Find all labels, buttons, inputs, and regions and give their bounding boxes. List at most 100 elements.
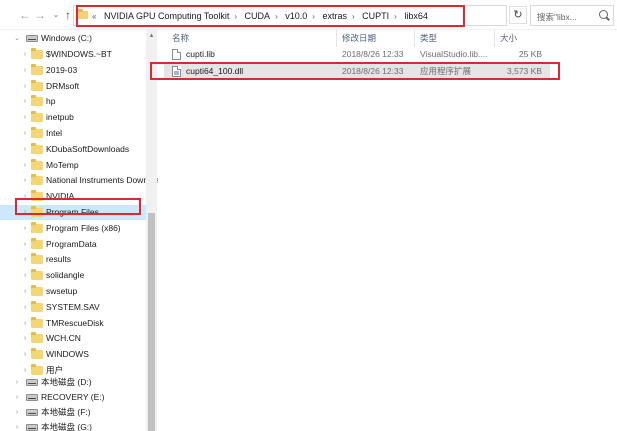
navigation-scrollbar[interactable]: ▲	[146, 30, 157, 431]
recent-locations-chevron-icon[interactable]: ⌄	[50, 8, 62, 22]
search-icon[interactable]	[599, 10, 608, 19]
breadcrumb-item-current[interactable]: libx64	[404, 11, 428, 21]
chevron-right-icon[interactable]: ›	[21, 126, 29, 141]
chevron-right-icon[interactable]: ›	[21, 252, 29, 267]
chevron-right-icon[interactable]: ›	[21, 63, 29, 78]
dll-file-icon	[172, 66, 181, 77]
breadcrumb-separator-icon[interactable]: ›	[394, 12, 397, 21]
tree-item-folder[interactable]: › results	[0, 252, 146, 267]
breadcrumb-separator-icon[interactable]: ›	[352, 12, 355, 21]
tree-item-folder[interactable]: › WCH.CN	[0, 331, 146, 346]
chevron-right-icon[interactable]: ›	[21, 347, 29, 362]
tree-item-folder[interactable]: › TMRescueDisk	[0, 316, 146, 331]
folder-icon	[31, 285, 43, 296]
column-divider[interactable]	[494, 30, 495, 47]
tree-item-folder[interactable]: › solidangle	[0, 268, 146, 283]
tree-item-drive-c[interactable]: ⌄ Windows (C:)	[0, 31, 146, 46]
tree-item-label: 2019-03	[46, 64, 78, 75]
tree-item-drive[interactable]: › 本地磁盘 (G:)	[0, 420, 146, 431]
drive-icon	[26, 394, 38, 401]
breadcrumb-item[interactable]: extras	[322, 11, 347, 21]
file-size: 25 KB	[518, 49, 542, 59]
tree-item-label: results	[46, 254, 72, 265]
scrollbar-thumb[interactable]	[148, 213, 155, 431]
column-divider[interactable]	[336, 30, 337, 47]
tree-item-drive[interactable]: › 本地磁盘 (F:)	[0, 405, 146, 420]
search-box[interactable]: 搜索"libx...	[530, 5, 614, 26]
breadcrumb-item[interactable]: CUDA	[245, 11, 271, 21]
file-type: VisualStudio.lib....	[420, 49, 488, 59]
chevron-right-icon[interactable]: ›	[13, 390, 21, 405]
column-header-name[interactable]: 名称	[172, 30, 189, 47]
back-arrow-icon[interactable]: ←	[19, 8, 31, 22]
tree-item-drive[interactable]: › 本地磁盘 (D:)	[0, 375, 146, 390]
tree-item-folder[interactable]: › ProgramData	[0, 237, 146, 252]
folder-icon	[31, 127, 43, 138]
column-header-date[interactable]: 修改日期	[342, 30, 376, 47]
tree-item-drive[interactable]: › RECOVERY (E:)	[0, 390, 146, 405]
folder-icon	[31, 237, 43, 249]
chevron-right-icon[interactable]: ›	[21, 189, 29, 204]
scroll-up-arrow-icon[interactable]: ▲	[146, 30, 157, 42]
refresh-icon[interactable]: ↻	[509, 6, 527, 24]
chevron-right-icon[interactable]: ›	[21, 79, 29, 94]
tree-item-folder[interactable]: › $WINDOWS.~BT	[0, 47, 146, 62]
tree-item-folder[interactable]: › inetpub	[0, 110, 146, 125]
breadcrumb: « NVIDIA GPU Computing Toolkit › CUDA › v1…	[92, 9, 428, 24]
chevron-right-icon[interactable]: ›	[21, 316, 29, 331]
chevron-right-icon[interactable]: ›	[21, 284, 29, 299]
breadcrumb-item[interactable]: NVIDIA GPU Computing Toolkit	[104, 11, 229, 21]
chevron-right-icon[interactable]: ›	[21, 110, 29, 125]
breadcrumb-item[interactable]: CUPTI	[362, 11, 389, 21]
tree-item-label: 本地磁盘 (D:)	[41, 377, 92, 387]
tree-item-folder[interactable]: › MoTemp	[0, 158, 146, 173]
breadcrumb-separator-icon[interactable]: ›	[312, 12, 315, 21]
breadcrumb-separator-icon[interactable]: ›	[234, 12, 237, 21]
tree-item-folder[interactable]: › Program Files (x86)	[0, 221, 146, 236]
tree-item-folder[interactable]: › 2019-03	[0, 63, 146, 78]
chevron-right-icon[interactable]: ›	[21, 142, 29, 157]
tree-item-folder[interactable]: › DRMsoft	[0, 79, 146, 94]
chevron-right-icon[interactable]: ›	[13, 405, 21, 420]
breadcrumb-overflow-icon[interactable]: «	[92, 12, 96, 21]
folder-icon	[31, 48, 43, 59]
chevron-down-icon[interactable]: ⌄	[13, 31, 21, 46]
drive-icon	[26, 409, 38, 416]
chevron-right-icon[interactable]: ›	[21, 331, 29, 346]
column-header-type[interactable]: 类型	[420, 30, 437, 47]
folder-icon	[31, 316, 43, 328]
tree-item-folder[interactable]: › WINDOWS	[0, 347, 146, 362]
forward-arrow-icon[interactable]: →	[34, 8, 46, 22]
folder-icon	[31, 221, 43, 233]
column-header-size[interactable]: 大小	[500, 30, 517, 47]
file-size: 3,573 KB	[507, 66, 542, 76]
file-row-dll[interactable]: cupti64_100.dll 2018/8/26 12:33 应用程序扩展 3…	[164, 63, 550, 80]
tree-item-folder[interactable]: › swsetup	[0, 284, 146, 299]
chevron-right-icon[interactable]: ›	[21, 94, 29, 109]
tree-item-folder[interactable]: › SYSTEM.SAV	[0, 300, 146, 315]
chevron-right-icon[interactable]: ›	[21, 205, 29, 220]
tree-item-folder[interactable]: › KDubaSoftDownloads	[0, 142, 146, 157]
chevron-right-icon[interactable]: ›	[21, 221, 29, 236]
folder-icon	[31, 206, 43, 217]
chevron-right-icon[interactable]: ›	[13, 375, 21, 390]
address-bar[interactable]: « NVIDIA GPU Computing Toolkit › CUDA › v1…	[73, 5, 577, 26]
chevron-right-icon[interactable]: ›	[21, 47, 29, 62]
chevron-right-icon[interactable]: ›	[21, 268, 29, 283]
tree-item-folder[interactable]: › Intel	[0, 126, 146, 141]
tree-item-folder[interactable]: › NVIDIA	[0, 189, 146, 204]
breadcrumb-separator-icon[interactable]: ›	[275, 12, 278, 21]
file-row-lib[interactable]: cupti.lib 2018/8/26 12:33 VisualStudio.l…	[164, 46, 550, 63]
chevron-right-icon[interactable]: ›	[21, 158, 29, 173]
chevron-right-icon[interactable]: ›	[21, 300, 29, 315]
chevron-right-icon[interactable]: ›	[21, 237, 29, 252]
tree-item-folder[interactable]: › hp	[0, 94, 146, 109]
tree-item-folder[interactable]: › Program Files	[0, 205, 146, 220]
breadcrumb-item[interactable]: v10.0	[285, 11, 307, 21]
tree-item-folder[interactable]: › National Instruments Downloads	[0, 173, 158, 188]
chevron-right-icon[interactable]: ›	[13, 420, 21, 431]
column-divider[interactable]	[414, 30, 415, 47]
chevron-right-icon[interactable]: ›	[21, 173, 29, 188]
search-placeholder[interactable]: 搜索"libx...	[537, 11, 577, 23]
tree-item-label: SYSTEM.SAV	[46, 301, 100, 312]
